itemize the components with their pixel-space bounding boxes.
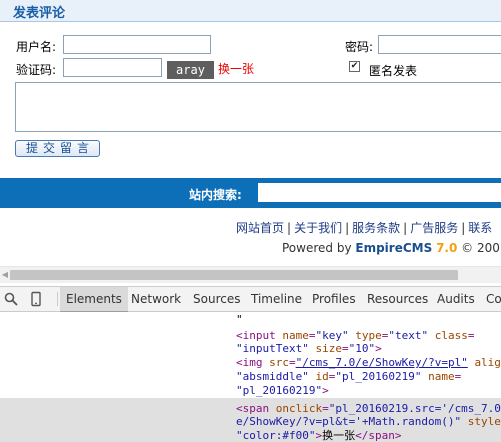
code-line-selected[interactable]: "color:#f00">换一张</span> <box>236 429 401 442</box>
cms-version: 7.0 <box>436 241 458 255</box>
powered-by-prefix: Powered by <box>282 241 356 255</box>
comment-section-title: 发表评论 <box>13 6 66 21</box>
code-line[interactable]: "pl_20160219"> <box>236 384 329 397</box>
code-line-selected[interactable]: <span onclick="pl_20160219.src='/cms_7.0 <box>236 402 501 415</box>
footer-link-contact[interactable]: 联系 <box>468 221 492 235</box>
code-line-selected[interactable]: e/ShowKey/?v=pl&t='+Math.random()" style… <box>236 415 501 428</box>
tab-elements[interactable]: Elements <box>60 287 128 312</box>
username-input[interactable] <box>63 35 211 54</box>
username-label: 用户名: <box>16 40 57 54</box>
anonymous-label: 匿名发表 <box>369 64 418 78</box>
tab-network[interactable]: Network <box>125 287 187 312</box>
scroll-left-arrow-icon[interactable]: ◀ <box>0 267 10 283</box>
horizontal-scrollbar[interactable]: ◀ <box>0 266 501 283</box>
tab-audits[interactable]: Audits <box>431 287 481 312</box>
footer-links: 网站首页 | 关于我们 | 服务条款 | 广告服务 | 联系 <box>236 221 493 235</box>
tab-profiles[interactable]: Profiles <box>306 287 362 312</box>
password-label: 密码: <box>345 40 374 54</box>
elements-panel: " <input name="key" type="text" class= "… <box>0 313 501 442</box>
captcha-label: 验证码: <box>16 63 57 77</box>
code-line[interactable]: <input name="key" type="text" class= <box>236 329 474 342</box>
refresh-captcha-link[interactable]: 换一张 <box>218 60 254 77</box>
device-mode-icon[interactable] <box>28 291 44 307</box>
tab-timeline[interactable]: Timeline <box>245 287 308 312</box>
password-input[interactable] <box>378 35 501 54</box>
site-search-input[interactable] <box>258 183 501 202</box>
captcha-image[interactable]: aray <box>167 61 214 79</box>
footer-link-terms[interactable]: 服务条款 <box>352 221 400 235</box>
powered-by-line: Powered by EmpireCMS 7.0 © 200 <box>282 241 500 255</box>
tab-resources[interactable]: Resources <box>361 287 434 312</box>
tab-console[interactable]: Co <box>480 287 501 312</box>
code-line[interactable]: <img src="/cms_7.0/e/ShowKey/?v=pl" alig <box>236 356 501 369</box>
anonymous-checkbox[interactable]: ✔ <box>349 61 360 72</box>
horizontal-scrollbar-thumb[interactable] <box>10 270 458 280</box>
devtools-toolbar: Elements Network Sources Timeline Profil… <box>0 286 501 312</box>
submit-comment-button[interactable]: 提交留言 <box>15 140 100 157</box>
cms-brand: EmpireCMS <box>355 241 433 255</box>
copyright: © 200 <box>461 241 500 255</box>
comment-section-header: 发表评论 <box>0 0 501 22</box>
footer-link-about[interactable]: 关于我们 <box>294 221 342 235</box>
captcha-input[interactable] <box>63 58 162 77</box>
browser-window: 发表评论 用户名: 密码: 验证码: aray 换一张 ✔ 匿名发表 提交留言 … <box>0 0 501 442</box>
site-search-label: 站内搜索: <box>189 188 242 202</box>
tab-sources[interactable]: Sources <box>187 287 246 312</box>
comment-textarea[interactable] <box>15 82 501 132</box>
code-line[interactable]: "absmiddle" id="pl_20160219" name= <box>236 370 461 383</box>
site-search-bar: 站内搜索: <box>0 178 501 208</box>
footer-link-home[interactable]: 网站首页 <box>236 221 284 235</box>
code-line[interactable]: " <box>236 313 243 326</box>
toolbar-divider <box>57 292 58 306</box>
code-line[interactable]: "inputText" size="10"> <box>236 342 382 355</box>
footer-link-ads[interactable]: 广告服务 <box>410 221 458 235</box>
img-src-link[interactable]: "/cms_7.0/e/ShowKey/?v=pl" <box>296 356 468 369</box>
inspect-element-icon[interactable] <box>3 291 19 307</box>
